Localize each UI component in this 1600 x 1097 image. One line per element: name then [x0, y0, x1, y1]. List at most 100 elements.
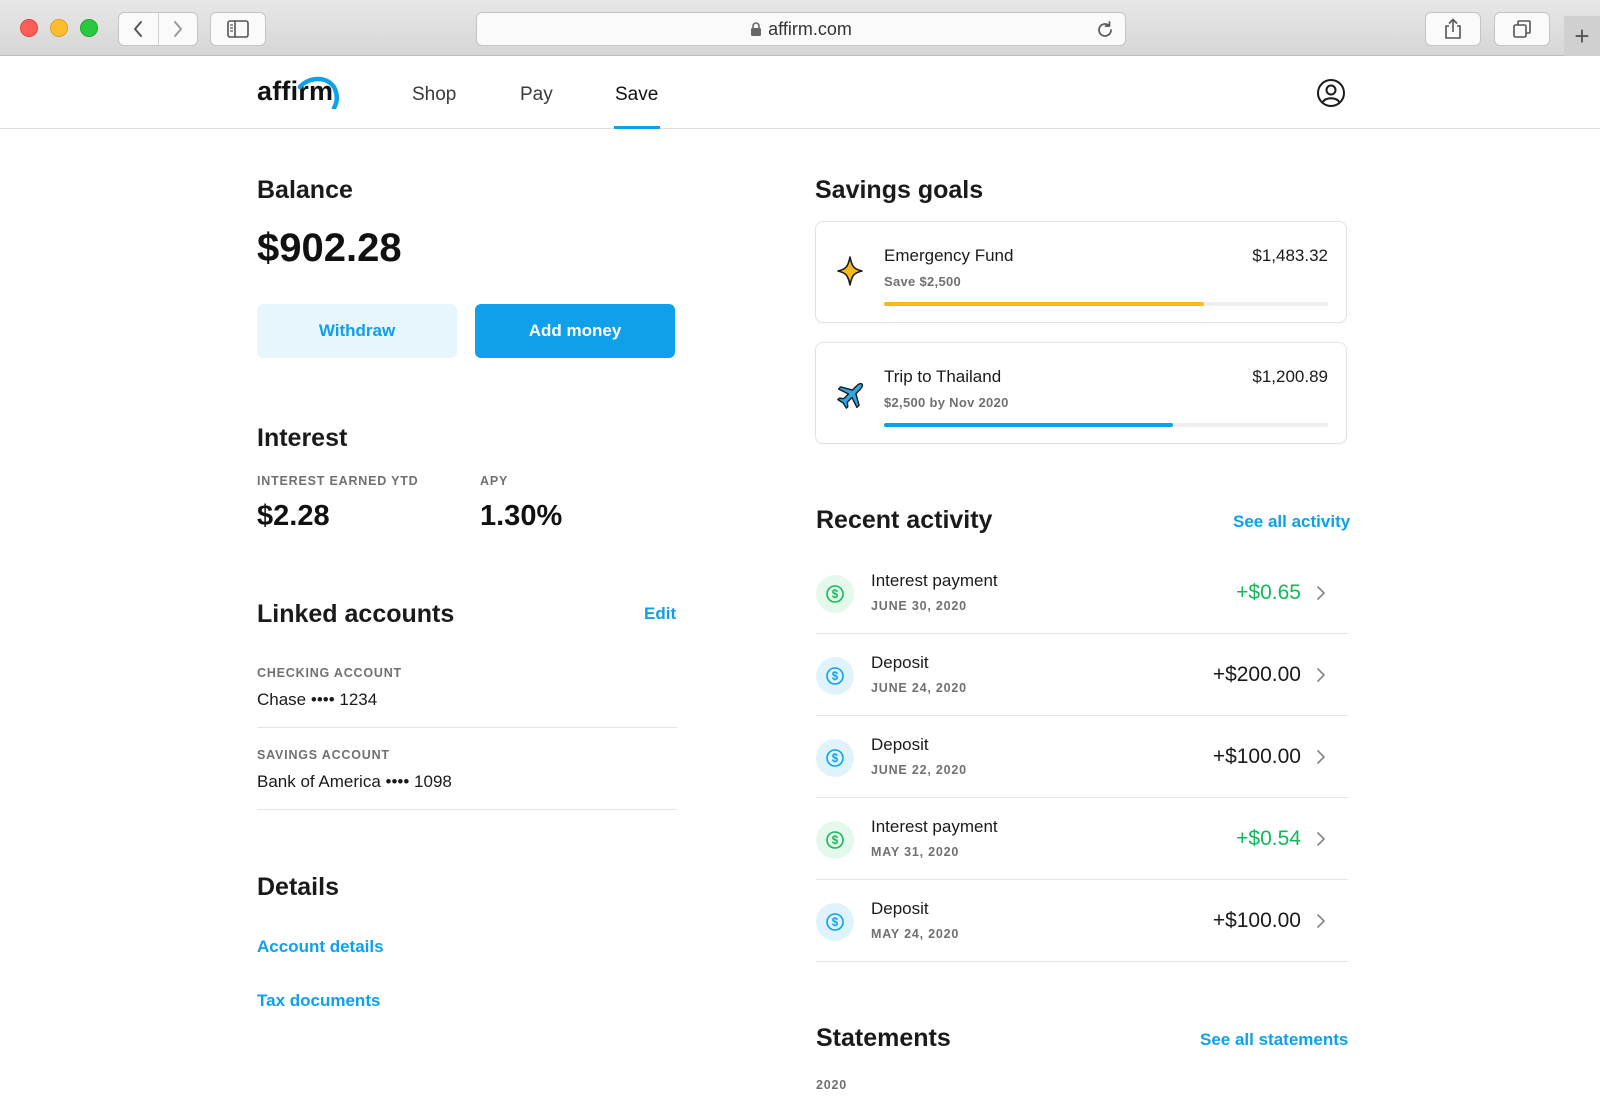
interest-dollar-icon: $	[816, 575, 854, 613]
see-all-statements-link[interactable]: See all statements	[1200, 1030, 1348, 1050]
svg-text:$: $	[832, 671, 839, 683]
tab-shop[interactable]: Shop	[412, 84, 456, 106]
goal-subtitle: Save $2,500	[884, 274, 962, 289]
balance-amount: $902.28	[257, 226, 402, 270]
chevron-right-icon	[1317, 668, 1325, 682]
sparkle-icon	[837, 256, 863, 286]
withdraw-button[interactable]: Withdraw	[257, 304, 457, 358]
activity-row[interactable]: $ Deposit JUNE 24, 2020 +$200.00	[816, 634, 1348, 716]
statements-year-label: 2020	[816, 1078, 848, 1092]
interest-heading: Interest	[257, 424, 348, 452]
svg-text:$: $	[832, 753, 839, 765]
tab-save[interactable]: Save	[615, 84, 658, 106]
goal-progress-track	[884, 423, 1328, 427]
new-tab-button[interactable]: +	[1564, 16, 1600, 56]
checking-account-label: CHECKING ACCOUNT	[257, 666, 402, 680]
sidebar-toggle-button[interactable]	[210, 12, 266, 46]
activity-date: MAY 24, 2020	[871, 927, 960, 941]
account-details-link[interactable]: Account details	[257, 937, 384, 957]
savings-goals-heading: Savings goals	[815, 176, 984, 204]
interest-dollar-icon: $	[816, 821, 854, 859]
reload-icon[interactable]	[1095, 20, 1115, 40]
activity-amount: +$100.00	[1212, 909, 1301, 932]
activity-amount: +$0.54	[1236, 827, 1301, 850]
checking-account-name: Chase •••• 1234	[257, 690, 378, 709]
recent-activity-heading: Recent activity	[816, 506, 993, 534]
tax-documents-link[interactable]: Tax documents	[257, 991, 380, 1011]
goal-progress-fill	[884, 302, 1204, 306]
activity-row[interactable]: $ Interest payment JUNE 30, 2020 +$0.65	[816, 552, 1348, 634]
chevron-right-icon	[173, 21, 182, 37]
apy-value: 1.30%	[480, 500, 563, 532]
details-heading: Details	[257, 873, 339, 901]
goal-card-trip-to-thailand[interactable]: Trip to Thailand $2,500 by Nov 2020 $1,2…	[815, 342, 1347, 444]
show-tabs-button[interactable]	[1494, 12, 1550, 46]
savings-account-label: SAVINGS ACCOUNT	[257, 748, 390, 762]
account-divider	[257, 727, 677, 728]
svg-text:$: $	[832, 835, 839, 847]
apy-label: APY	[480, 474, 509, 488]
url-text: affirm.com	[768, 18, 852, 39]
logo-arc-icon	[297, 76, 340, 109]
activity-row[interactable]: $ Deposit JUNE 22, 2020 +$100.00	[816, 716, 1348, 798]
close-window-button[interactable]	[20, 19, 38, 37]
goal-name: Trip to Thailand	[884, 367, 1002, 386]
address-bar[interactable]: affirm.com	[476, 12, 1126, 46]
chevron-right-icon	[1317, 914, 1325, 928]
activity-title: Interest payment	[871, 571, 998, 590]
deposit-dollar-icon: $	[816, 903, 854, 941]
zoom-window-button[interactable]	[80, 19, 98, 37]
activity-amount: +$200.00	[1212, 663, 1301, 686]
savings-account-name: Bank of America •••• 1098	[257, 772, 452, 791]
see-all-activity-link[interactable]: See all activity	[1233, 512, 1350, 532]
airplane-icon	[837, 382, 864, 409]
tabs-icon	[1513, 20, 1531, 38]
plus-icon: +	[1574, 20, 1590, 51]
sidebar-icon	[227, 20, 249, 38]
deposit-dollar-icon: $	[816, 657, 854, 695]
activity-date: JUNE 24, 2020	[871, 681, 967, 695]
chevron-left-icon	[134, 21, 143, 37]
activity-amount: +$100.00	[1212, 745, 1301, 768]
chevron-right-icon	[1317, 832, 1325, 846]
svg-text:$: $	[832, 917, 839, 929]
deposit-dollar-icon: $	[816, 739, 854, 777]
add-money-button[interactable]: Add money	[475, 304, 675, 358]
chevron-right-icon	[1317, 750, 1325, 764]
activity-title: Deposit	[871, 653, 929, 672]
interest-ytd-value: $2.28	[257, 500, 330, 532]
minimize-window-button[interactable]	[50, 19, 68, 37]
balance-heading: Balance	[257, 176, 353, 204]
goal-progress-fill	[884, 423, 1173, 427]
activity-amount: +$0.65	[1236, 581, 1301, 604]
svg-text:$: $	[832, 589, 839, 601]
edit-linked-accounts-link[interactable]: Edit	[644, 604, 676, 624]
activity-date: MAY 31, 2020	[871, 845, 960, 859]
goal-name: Emergency Fund	[884, 246, 1014, 265]
activity-title: Deposit	[871, 899, 929, 918]
activity-row[interactable]: $ Interest payment MAY 31, 2020 +$0.54	[816, 798, 1348, 880]
tab-pay[interactable]: Pay	[520, 84, 553, 106]
active-tab-indicator	[614, 126, 660, 129]
back-button[interactable]	[119, 13, 158, 45]
activity-row[interactable]: $ Deposit MAY 24, 2020 +$100.00	[816, 880, 1348, 962]
lock-icon	[751, 21, 762, 36]
history-navigation	[118, 12, 198, 46]
share-button[interactable]	[1425, 12, 1481, 46]
forward-button[interactable]	[157, 13, 197, 45]
goal-amount: $1,483.32	[1252, 246, 1328, 265]
app-header: affirm Shop Pay Save	[0, 56, 1600, 129]
activity-date: JUNE 22, 2020	[871, 763, 967, 777]
browser-toolbar: affirm.com +	[0, 0, 1600, 56]
profile-icon[interactable]	[1316, 78, 1346, 108]
goal-card-emergency-fund[interactable]: Emergency Fund Save $2,500 $1,483.32	[815, 221, 1347, 323]
interest-ytd-label: INTEREST EARNED YTD	[257, 474, 419, 488]
activity-title: Deposit	[871, 735, 929, 754]
activity-date: JUNE 30, 2020	[871, 599, 967, 613]
activity-title: Interest payment	[871, 817, 998, 836]
goal-progress-track	[884, 302, 1328, 306]
goal-amount: $1,200.89	[1252, 367, 1328, 386]
account-divider	[257, 809, 677, 810]
chevron-right-icon	[1317, 586, 1325, 600]
statements-heading: Statements	[816, 1024, 951, 1052]
